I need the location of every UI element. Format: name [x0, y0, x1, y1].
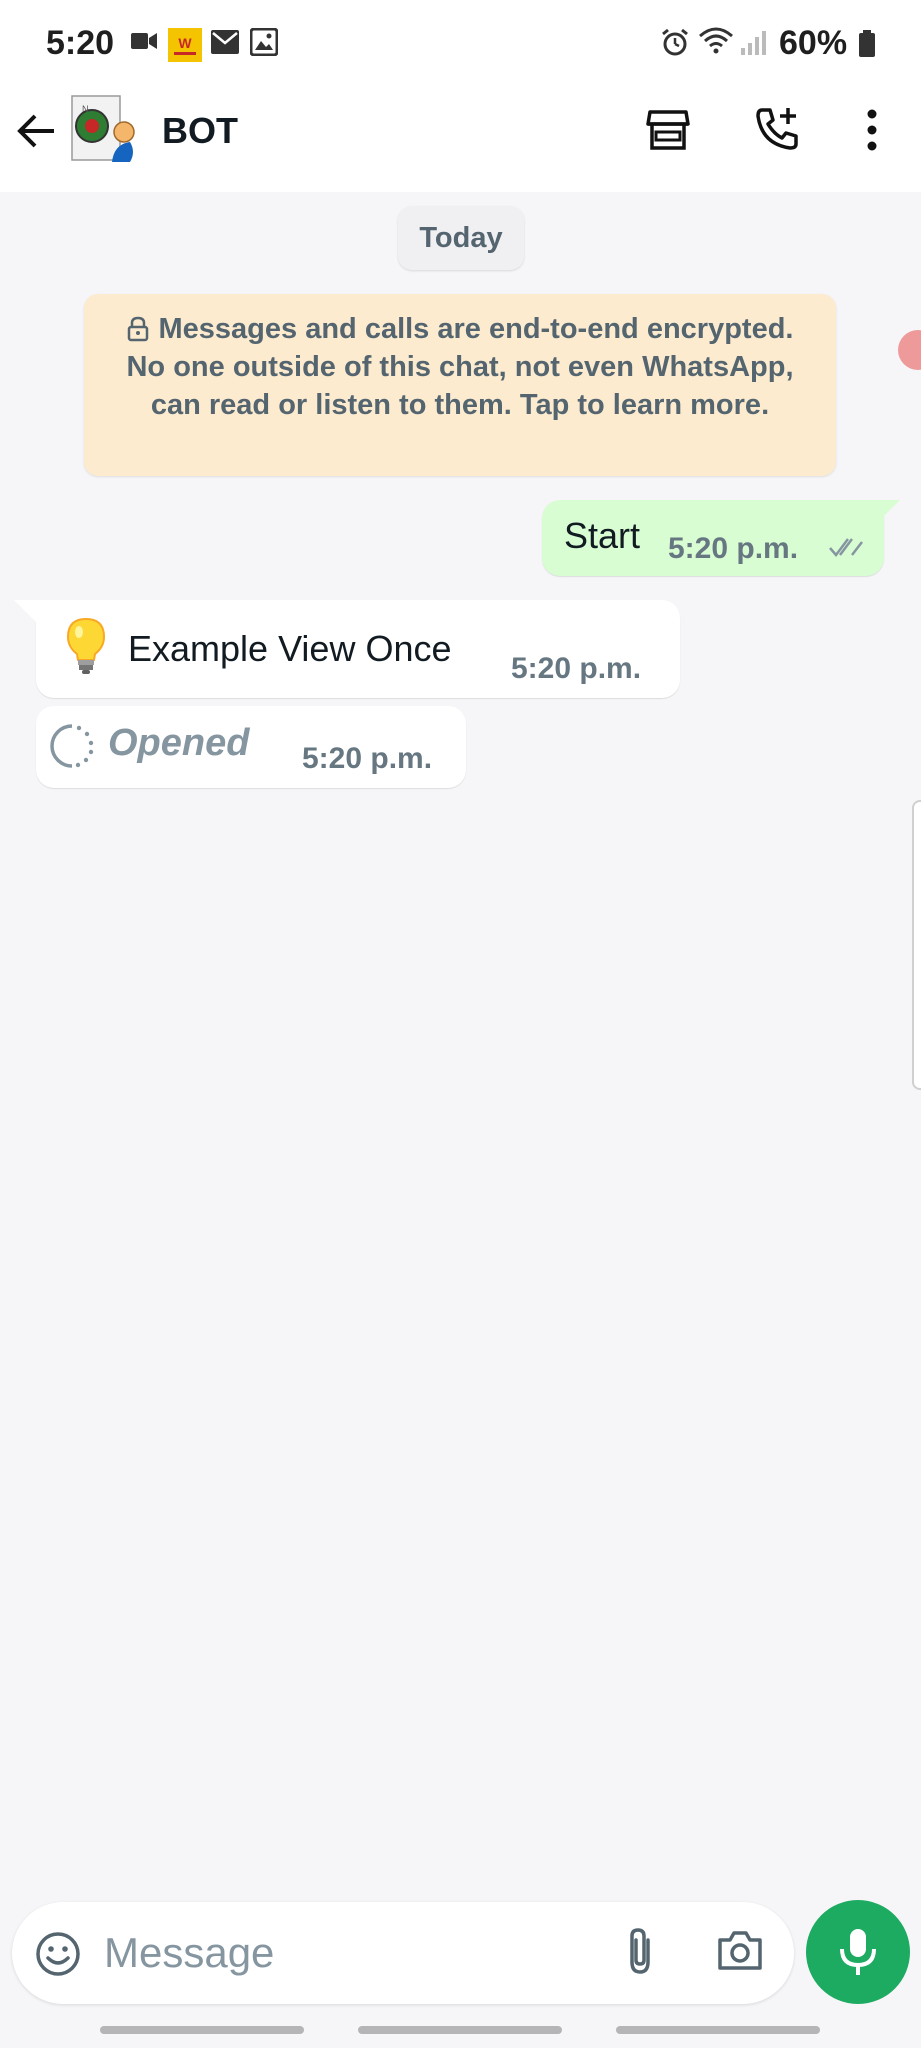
alarm-icon [662, 28, 688, 56]
battery-percentage: 60% [779, 24, 848, 62]
mail-icon [211, 30, 239, 54]
battery-icon [859, 30, 875, 57]
date-divider: Today [398, 206, 524, 270]
message-time: 5:20 p.m. [302, 742, 433, 775]
microphone-icon [840, 1929, 876, 1975]
svg-text:W: W [178, 35, 192, 51]
nav-gesture-home[interactable] [358, 2026, 562, 2034]
chat-title[interactable]: BOT [162, 110, 238, 152]
view-once-status: Opened [108, 722, 250, 764]
lightbulb-icon [66, 617, 106, 674]
message-input[interactable] [104, 1918, 604, 1988]
more-options-icon[interactable] [860, 108, 884, 152]
voice-message-button[interactable] [806, 1900, 910, 2004]
camera-icon[interactable] [716, 1928, 764, 1972]
image-icon [250, 28, 278, 56]
store-icon[interactable] [646, 108, 690, 152]
bubble-tail [14, 600, 36, 622]
read-ticks-icon [829, 538, 863, 557]
message-time: 5:20 p.m. [511, 652, 642, 685]
view-once-opened-icon [50, 724, 94, 768]
avatar[interactable]: N [68, 92, 140, 168]
signal-icon [741, 31, 766, 55]
message-time: 5:20 p.m. [668, 532, 799, 565]
lock-icon [127, 316, 148, 342]
app-notification-icon: W [168, 28, 202, 62]
encryption-notice[interactable]: Messages and calls are end-to-end encryp… [84, 294, 836, 476]
add-call-icon[interactable] [754, 106, 800, 152]
encryption-notice-text: Messages and calls are end-to-end encryp… [126, 313, 794, 421]
message-text: Example View Once [128, 628, 452, 669]
scroll-indicator [898, 330, 921, 370]
nav-gesture-right[interactable] [616, 2026, 820, 2034]
bubble-tail [878, 500, 900, 522]
video-camera-icon [131, 33, 157, 49]
emoji-icon[interactable] [34, 1930, 82, 1978]
wifi-icon [699, 27, 733, 54]
attach-icon[interactable] [622, 1926, 658, 1976]
nav-gesture-left[interactable] [100, 2026, 304, 2034]
svg-text:N: N [82, 104, 89, 114]
fast-scroll-handle[interactable] [912, 800, 921, 1090]
back-arrow-icon[interactable] [16, 110, 58, 152]
status-time: 5:20 [46, 24, 115, 62]
message-text: Start [564, 515, 641, 556]
